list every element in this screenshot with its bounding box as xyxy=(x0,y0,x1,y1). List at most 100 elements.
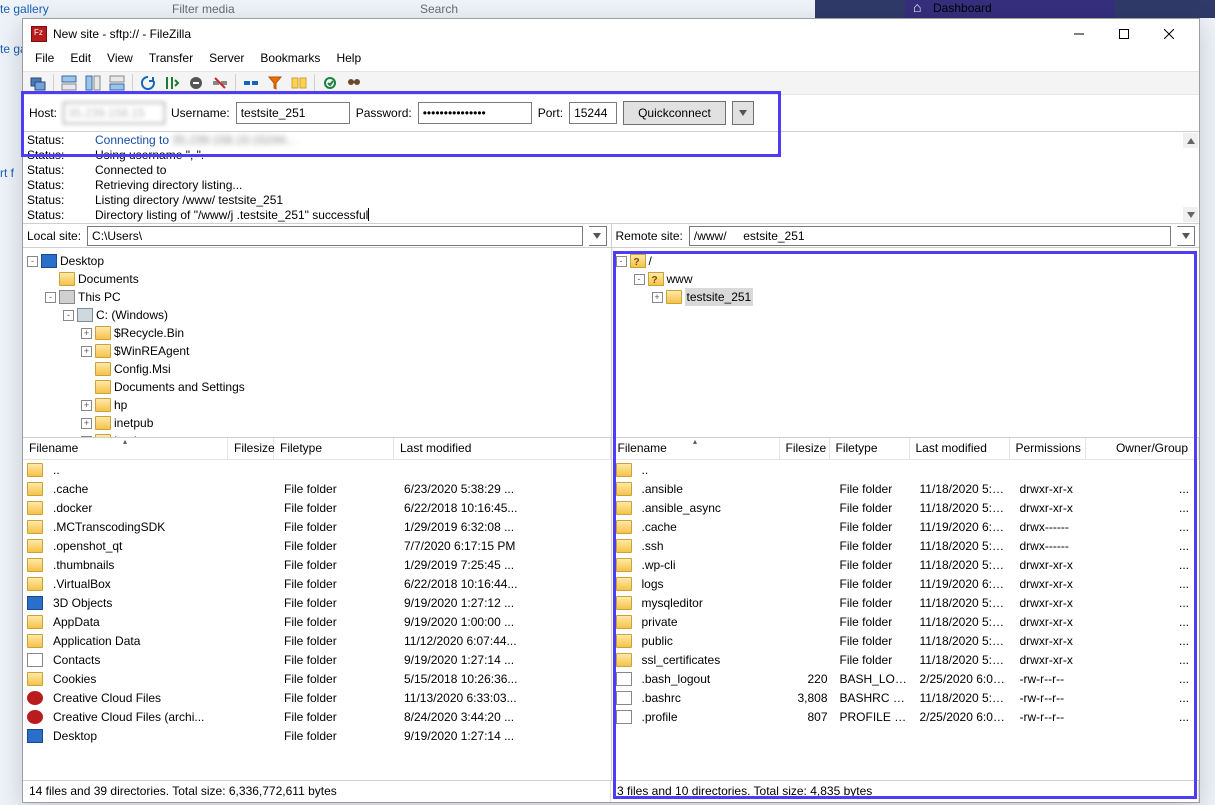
file-row[interactable]: .. xyxy=(612,460,1200,479)
disconnect-icon[interactable] xyxy=(209,73,231,93)
file-row[interactable]: ssl_certificatesFile folder11/18/2020 5:… xyxy=(612,650,1200,669)
tree-node[interactable]: -www xyxy=(616,270,1196,288)
tree-node[interactable]: Config.Msi xyxy=(27,360,607,378)
search-icon[interactable] xyxy=(343,73,365,93)
file-row[interactable]: CookiesFile folder5/15/2018 10:26:36... xyxy=(23,669,611,688)
file-row[interactable]: AppDataFile folder9/19/2020 1:00:00 ... xyxy=(23,612,611,631)
tree-node[interactable]: Documents and Settings xyxy=(27,378,607,396)
tree-node[interactable]: -Desktop xyxy=(27,252,607,270)
host-input[interactable] xyxy=(63,102,165,124)
file-row[interactable]: .wp-cliFile folder11/18/2020 5:4...drwxr… xyxy=(612,555,1200,574)
reconnect-icon[interactable] xyxy=(240,73,262,93)
local-filelist[interactable]: Filename▴FilesizeFiletypeLast modified .… xyxy=(23,437,611,747)
menu-edit[interactable]: Edit xyxy=(62,49,99,71)
filter-icon[interactable] xyxy=(264,73,286,93)
username-input[interactable] xyxy=(236,102,350,124)
tree-node[interactable]: +inetpub xyxy=(27,414,607,432)
col-header[interactable]: Last modified xyxy=(910,438,1010,459)
file-row[interactable]: .MCTranscodingSDKFile folder1/29/2019 6:… xyxy=(23,517,611,536)
file-row[interactable]: .sshFile folder11/18/2020 5:4...drwx----… xyxy=(612,536,1200,555)
dashboard-link[interactable]: Dashboard xyxy=(905,0,1115,18)
quickconnect-button[interactable]: Quickconnect xyxy=(623,101,726,125)
window-title: New site - sftp:// - FileZilla xyxy=(53,27,1056,41)
cancel-icon[interactable] xyxy=(185,73,207,93)
scroll-up-button[interactable] xyxy=(1183,133,1198,148)
file-row[interactable]: ContactsFile folder9/19/2020 1:27:14 ... xyxy=(23,650,611,669)
file-row[interactable]: .cacheFile folder6/23/2020 5:38:29 ... xyxy=(23,479,611,498)
file-row[interactable]: Application DataFile folder11/12/2020 6:… xyxy=(23,631,611,650)
file-row[interactable]: .ansible_asyncFile folder11/18/2020 5:4.… xyxy=(612,498,1200,517)
remote-tree[interactable]: -/-www+testsite_251 xyxy=(612,247,1200,437)
file-row[interactable]: .profile807PROFILE File2/25/2020 6:03:..… xyxy=(612,707,1200,726)
col-header[interactable]: Filesize xyxy=(228,438,274,459)
site-manager-icon[interactable] xyxy=(27,73,49,93)
local-tree[interactable]: -DesktopDocuments-This PC-C: (Windows)+$… xyxy=(23,247,611,437)
file-row[interactable]: 3D ObjectsFile folder9/19/2020 1:27:12 .… xyxy=(23,593,611,612)
file-row[interactable]: .bash_logout220BASH_LOG...2/25/2020 6:03… xyxy=(612,669,1200,688)
scroll-down-button[interactable] xyxy=(1183,207,1198,222)
menu-transfer[interactable]: Transfer xyxy=(141,49,201,71)
file-row[interactable]: privateFile folder11/18/2020 5:4...drwxr… xyxy=(612,612,1200,631)
quickconnect-dropdown[interactable] xyxy=(732,101,754,125)
app-icon xyxy=(31,26,47,42)
remote-filelist[interactable]: Filename▴FilesizeFiletypeLast modifiedPe… xyxy=(612,437,1200,747)
sync-browse-icon[interactable] xyxy=(319,73,341,93)
file-row[interactable]: mysqleditorFile folder11/18/2020 5:4...d… xyxy=(612,593,1200,612)
file-row[interactable]: .cacheFile folder11/19/2020 6:0...drwx--… xyxy=(612,517,1200,536)
remote-site-input[interactable] xyxy=(689,226,1171,246)
file-row[interactable]: .thumbnailsFile folder1/29/2019 7:25:45 … xyxy=(23,555,611,574)
menu-bookmarks[interactable]: Bookmarks xyxy=(252,49,328,71)
file-row[interactable]: Creative Cloud FilesFile folder11/13/202… xyxy=(23,688,611,707)
close-button[interactable] xyxy=(1146,20,1191,48)
tree-node[interactable]: +hp xyxy=(27,396,607,414)
file-row[interactable]: .VirtualBoxFile folder6/22/2018 10:16:44… xyxy=(23,574,611,593)
message-log[interactable]: Status:Connecting to 35.239.158.15:15244… xyxy=(23,131,1199,223)
file-row[interactable]: DesktopFile folder9/19/2020 1:27:14 ... xyxy=(23,726,611,745)
col-header[interactable]: Filetype xyxy=(830,438,910,459)
refresh-icon[interactable] xyxy=(137,73,159,93)
col-header[interactable]: Permissions xyxy=(1010,438,1086,459)
file-row[interactable]: Creative Cloud Files (archi...File folde… xyxy=(23,707,611,726)
compare-icon[interactable] xyxy=(288,73,310,93)
file-row[interactable]: logsFile folder11/19/2020 6:0...drwxr-xr… xyxy=(612,574,1200,593)
file-row[interactable]: .ansibleFile folder11/18/2020 5:4...drwx… xyxy=(612,479,1200,498)
bg-text[interactable]: te gallery xyxy=(0,2,49,16)
toggle-queue-icon[interactable] xyxy=(106,73,128,93)
remote-site-dropdown[interactable] xyxy=(1177,226,1195,246)
menu-file[interactable]: File xyxy=(27,49,62,71)
col-header[interactable]: Filename▴ xyxy=(612,438,780,459)
col-header[interactable]: Last modified xyxy=(394,438,611,459)
tree-node[interactable]: -/ xyxy=(616,252,1196,270)
file-row[interactable]: .openshot_qtFile folder7/7/2020 6:17:15 … xyxy=(23,536,611,555)
col-header[interactable]: Owner/Group xyxy=(1086,438,1200,459)
toggle-log-icon[interactable] xyxy=(58,73,80,93)
tree-node[interactable]: +testsite_251 xyxy=(616,288,1196,306)
menu-server[interactable]: Server xyxy=(201,49,252,71)
tree-node[interactable]: +$WinREAgent xyxy=(27,342,607,360)
tree-node[interactable]: -This PC xyxy=(27,288,607,306)
local-site-input[interactable] xyxy=(87,226,582,246)
maximize-button[interactable] xyxy=(1101,20,1146,48)
toggle-tree-icon[interactable] xyxy=(82,73,104,93)
file-row[interactable]: publicFile folder11/18/2020 5:4...drwxr-… xyxy=(612,631,1200,650)
menu-view[interactable]: View xyxy=(99,49,141,71)
tree-node[interactable]: -C: (Windows) xyxy=(27,306,607,324)
local-site-dropdown[interactable] xyxy=(589,226,607,246)
port-input[interactable] xyxy=(569,102,617,124)
file-row[interactable]: .bashrc3,808BASHRC File11/18/2020 5:4...… xyxy=(612,688,1200,707)
col-header[interactable]: Filesize xyxy=(780,438,830,459)
tree-node[interactable]: Documents xyxy=(27,270,607,288)
col-header[interactable]: Filename▴ xyxy=(23,438,228,459)
minimize-button[interactable] xyxy=(1056,20,1101,48)
local-site-label: Local site: xyxy=(27,229,81,243)
file-row[interactable]: .. xyxy=(23,460,611,479)
file-row[interactable]: .dockerFile folder6/22/2018 10:16:45... xyxy=(23,498,611,517)
password-input[interactable] xyxy=(418,102,532,124)
menu-help[interactable]: Help xyxy=(328,49,369,71)
col-header[interactable]: Filetype xyxy=(274,438,394,459)
process-queue-icon[interactable] xyxy=(161,73,183,93)
toolbar xyxy=(23,71,1199,95)
bg-text[interactable]: rt f xyxy=(0,166,14,180)
tree-node[interactable]: +$Recycle.Bin xyxy=(27,324,607,342)
titlebar[interactable]: New site - sftp:// - FileZilla xyxy=(23,19,1199,49)
